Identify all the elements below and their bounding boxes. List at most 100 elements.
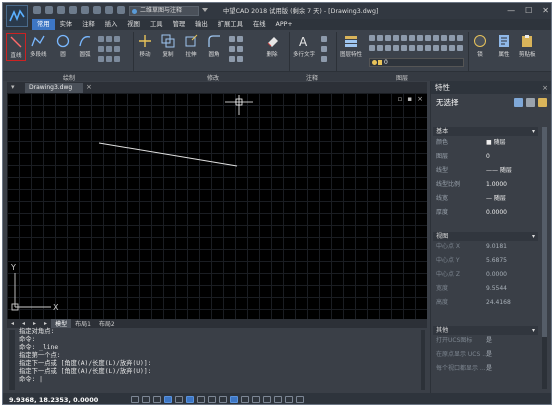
viewport-minimize-icon[interactable]: ▫ <box>398 95 403 103</box>
tab-7[interactable]: 输出 <box>190 19 213 30</box>
layer-properties-button[interactable]: 图层特性 <box>340 34 362 58</box>
table-icon[interactable] <box>321 56 327 62</box>
property-row[interactable]: 中心点 Y 5.6875 <box>433 255 538 266</box>
mtext-tool-button[interactable]: A 多行文字 <box>293 34 315 58</box>
properties-scroll-thumb[interactable] <box>542 127 547 337</box>
new-icon[interactable] <box>33 6 41 14</box>
leader-icon[interactable] <box>321 46 327 52</box>
layer-tool-icon[interactable] <box>417 35 423 41</box>
otrack-toggle-icon[interactable] <box>186 396 194 403</box>
layer-tool-icon[interactable] <box>393 45 399 51</box>
dyn-toggle-icon[interactable] <box>208 396 216 403</box>
tab-9[interactable]: 在线 <box>248 19 271 30</box>
mirror-icon[interactable] <box>229 46 235 52</box>
select-objects-icon[interactable] <box>526 98 535 107</box>
polar-toggle-icon[interactable] <box>164 396 172 403</box>
command-window-grip[interactable] <box>9 330 15 390</box>
sc-toggle-icon[interactable] <box>252 396 260 403</box>
layout-tab-2[interactable]: ▸ <box>29 320 40 327</box>
tpy-toggle-icon[interactable] <box>230 396 238 403</box>
layer-tool-icon[interactable] <box>457 35 463 41</box>
dimension-icon[interactable] <box>321 36 327 42</box>
layer-tool-icon[interactable] <box>377 35 383 41</box>
layer-tool-icon[interactable] <box>369 45 375 51</box>
close-button[interactable]: ✕ <box>542 6 549 15</box>
print-icon[interactable] <box>81 6 89 14</box>
tab-8[interactable]: 扩展工具 <box>213 19 248 30</box>
open-icon[interactable] <box>45 6 53 14</box>
tab-6[interactable]: 管理 <box>168 19 191 30</box>
layer-tool-icon[interactable] <box>409 45 415 51</box>
spline-icon[interactable] <box>106 46 112 52</box>
property-row[interactable]: 线型 —— 随层 <box>433 165 538 176</box>
layer-tool-icon[interactable] <box>385 35 391 41</box>
tab-menu-icon[interactable]: ▾ <box>11 83 15 91</box>
lwt-toggle-icon[interactable] <box>219 396 227 403</box>
rectangle-icon[interactable] <box>98 36 104 42</box>
properties-close-icon[interactable]: × <box>542 82 548 95</box>
tab-3[interactable]: 插入 <box>100 19 123 30</box>
app-logo-icon[interactable] <box>6 5 28 27</box>
property-row[interactable]: 颜色 ■ 随层 <box>433 137 538 148</box>
point-icon[interactable] <box>114 46 120 52</box>
property-row[interactable]: 打开UCS图标 是 <box>433 335 538 346</box>
layout-tab-1[interactable]: ◂ <box>18 320 29 327</box>
quick-select-icon[interactable] <box>538 98 547 107</box>
undo-icon[interactable] <box>93 6 101 14</box>
command-history[interactable]: 指定对角点: 命令: 命令: _line 指定第一个点: 指定下一点或 [角度(A)/长… <box>19 328 151 384</box>
layer-dropdown[interactable]: 0 <box>369 58 464 67</box>
tab-close-icon[interactable]: × <box>86 82 92 93</box>
workspace-dropdown[interactable]: 二维草图与注释 <box>129 6 199 16</box>
toggle-pickadd-icon[interactable] <box>514 98 523 107</box>
properties-tool-button[interactable]: 属性 <box>497 34 511 58</box>
scale-icon[interactable] <box>237 46 243 52</box>
layer-tool-icon[interactable] <box>425 35 431 41</box>
tab-10[interactable]: APP+ <box>271 19 298 30</box>
circle-tool-button[interactable]: 圆 <box>56 34 70 58</box>
command-scrollbar[interactable] <box>421 330 425 390</box>
maximize-button[interactable]: ☐ <box>525 6 532 15</box>
section-view[interactable]: 视图 <box>433 232 538 241</box>
layer-tool-icon[interactable] <box>425 45 431 51</box>
qp-toggle-icon[interactable] <box>241 396 249 403</box>
trim-icon[interactable] <box>237 36 243 42</box>
layout-tab-4[interactable]: 模型 <box>51 319 72 328</box>
lock-tool-button[interactable]: 锁 <box>473 34 487 58</box>
property-row[interactable]: 线宽 — 随层 <box>433 193 538 204</box>
layer-tool-icon[interactable] <box>369 35 375 41</box>
array-icon[interactable] <box>229 56 235 62</box>
drawing-canvas[interactable]: Y X ▫ ▪ × <box>7 93 427 319</box>
section-general[interactable]: 基本 <box>433 127 538 136</box>
layer-tool-icon[interactable] <box>377 45 383 51</box>
drawn-line[interactable] <box>98 142 238 167</box>
match-icon[interactable] <box>117 6 125 14</box>
property-row[interactable]: 每个视口都显示 ... 是 <box>433 363 538 374</box>
layer-tool-icon[interactable] <box>409 35 415 41</box>
grid-toggle-icon[interactable] <box>131 396 139 403</box>
property-row[interactable]: 图层 0 <box>433 151 538 162</box>
redo-icon[interactable] <box>105 6 113 14</box>
layer-tool-icon[interactable] <box>441 35 447 41</box>
region-icon[interactable] <box>98 56 104 62</box>
viewport-close-icon[interactable]: × <box>417 95 423 103</box>
am-toggle-icon[interactable] <box>263 396 271 403</box>
ws-toggle-icon[interactable] <box>285 396 293 403</box>
clipboard-tool-button[interactable]: 剪贴板 <box>519 34 536 58</box>
layer-tool-icon[interactable] <box>385 45 391 51</box>
layer-tool-icon[interactable] <box>417 45 423 51</box>
layout-tab-0[interactable]: ◂ <box>7 320 18 327</box>
minimize-button[interactable]: — <box>507 6 515 15</box>
layer-tool-icon[interactable] <box>433 45 439 51</box>
ellipse-icon[interactable] <box>106 36 112 42</box>
hatch-icon[interactable] <box>98 46 104 52</box>
command-line[interactable]: 命令: | <box>19 376 151 384</box>
property-row[interactable]: 线型比例 1.0000 <box>433 179 538 190</box>
chevron-down-icon[interactable] <box>202 8 208 12</box>
layer-tool-icon[interactable] <box>401 35 407 41</box>
polyline-tool-button[interactable]: 多段线 <box>30 34 47 58</box>
osnap-toggle-icon[interactable] <box>175 396 183 403</box>
viewport-restore-icon[interactable]: ▪ <box>407 95 412 103</box>
tab-2[interactable]: 注释 <box>77 19 100 30</box>
rotate-icon[interactable] <box>229 36 235 42</box>
tab-4[interactable]: 视图 <box>122 19 145 30</box>
